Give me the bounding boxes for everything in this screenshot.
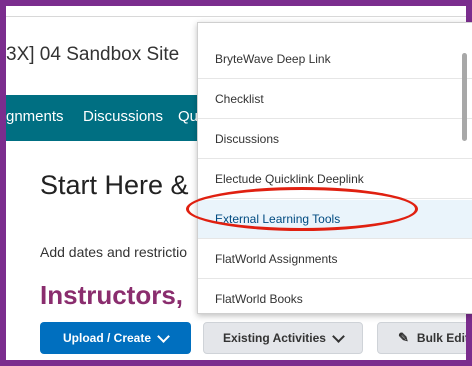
dropdown-item-checklist[interactable]: Checklist [198, 80, 472, 119]
dropdown-item-brytewave[interactable]: BryteWave Deep Link [198, 40, 472, 79]
top-divider [6, 16, 466, 17]
dropdown-item-flatworld-assignments[interactable]: FlatWorld Assignments [198, 240, 472, 279]
existing-activities-label: Existing Activities [223, 331, 326, 345]
existing-activities-dropdown: BryteWave Deep Link Checklist Discussion… [197, 22, 472, 314]
bulk-edit-label: Bulk Edit [416, 331, 466, 345]
chevron-down-icon [332, 329, 345, 343]
nav-item-discussions[interactable]: Discussions [83, 108, 163, 125]
site-title: 3X] 04 Sandbox Site [6, 44, 180, 65]
pencil-icon: ✎ [398, 330, 409, 345]
chevron-down-icon [157, 329, 170, 343]
dropdown-scrollbar[interactable] [462, 53, 467, 141]
dropdown-item-discussions[interactable]: Discussions [198, 120, 472, 159]
add-dates-link[interactable]: Add dates and restrictio [40, 244, 187, 260]
nav-item-assignments[interactable]: gnments [6, 108, 64, 125]
module-heading: Start Here & [40, 170, 189, 200]
dropdown-item-external-learning-tools[interactable]: External Learning Tools [198, 200, 472, 239]
upload-create-button[interactable]: Upload / Create [40, 322, 191, 354]
dropdown-item-flatworld-books[interactable]: FlatWorld Books [198, 280, 472, 313]
existing-activities-button[interactable]: Existing Activities [203, 322, 363, 354]
upload-create-label: Upload / Create [62, 331, 152, 345]
instructors-heading: Instructors, [40, 280, 184, 310]
bulk-edit-button[interactable]: ✎ Bulk Edit [377, 322, 466, 354]
dropdown-item-electude[interactable]: Electude Quicklink Deeplink [198, 160, 472, 199]
